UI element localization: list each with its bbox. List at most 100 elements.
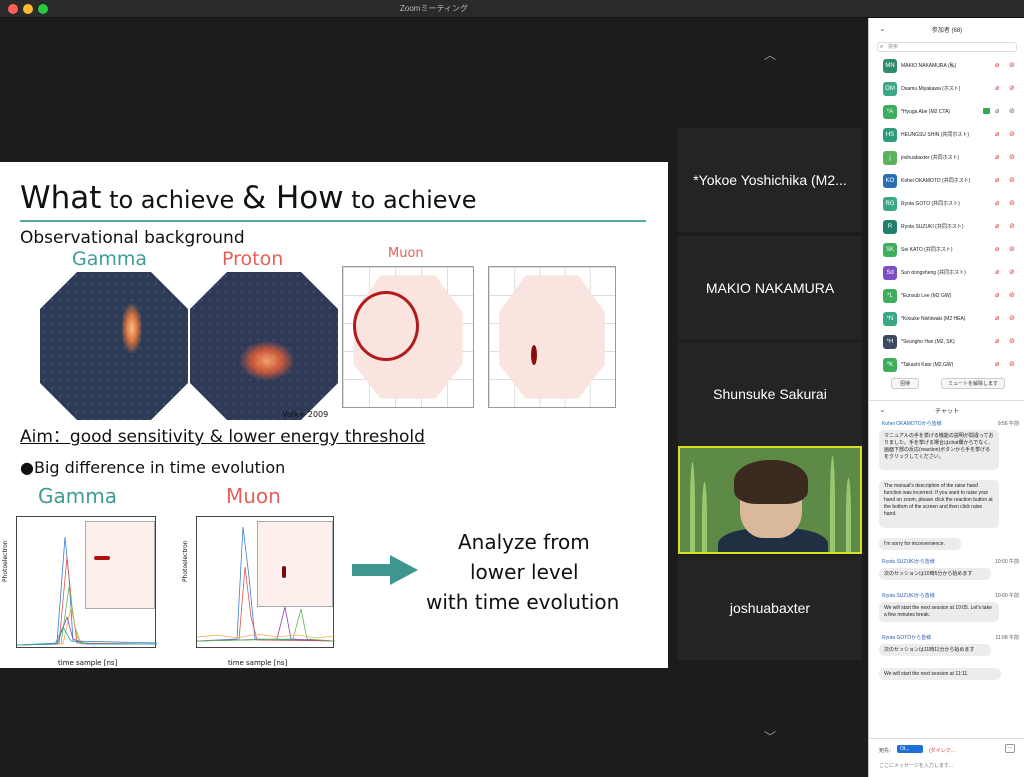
chat-input[interactable]	[879, 761, 1017, 771]
tiles-scroll-down-icon[interactable]: ﹀	[760, 730, 780, 744]
search-icon: ⌕	[880, 43, 884, 50]
participant-row[interactable]: *A *Hyuga Abe (M2 CTA) ⌀ ⊘	[869, 100, 1024, 123]
recipient-select[interactable]: Ot...	[897, 745, 923, 753]
mic-muted-icon: ⌀	[995, 337, 1000, 345]
mic-muted-icon: ⌀	[995, 130, 1000, 138]
participants-header: ⌄ 参加者 (68)	[869, 18, 1024, 40]
avatar: OM	[883, 81, 897, 96]
muon-spot-panel	[488, 266, 616, 408]
participants-search-input[interactable]: ⌕ 検索	[877, 42, 1017, 52]
aim-text: Aim：good sensitivity & lower energy thre…	[20, 427, 425, 447]
chat-bubble: 次のセッションは11時11分から始めます	[879, 644, 991, 656]
tile-name: joshuabaxter	[729, 600, 811, 616]
gamma-inset-image	[85, 521, 155, 609]
slide-title-what: What	[20, 180, 102, 216]
participant-row[interactable]: OM Osamu Miyakawa (ホスト) ⌀ ⊘	[869, 77, 1024, 100]
analyze-line-2: lower level	[470, 560, 579, 584]
chat-time: 9:56 午前	[997, 421, 1019, 427]
chat-sender: Ryota GOTOから皆様	[882, 635, 932, 641]
mic-muted-icon: ⌀	[995, 245, 1000, 253]
chat-bubble: We will start the next session at 11:11.	[879, 668, 1001, 680]
avatar: R	[883, 219, 897, 234]
chat-bubble: マニュアルの手を挙げる機能の説明が間違っておりました。手を挙げる場合はchat欄…	[879, 430, 999, 470]
to-label: 宛先：	[879, 748, 895, 754]
xlabel-right: time sample [ns]	[228, 659, 288, 667]
participant-row[interactable]: R Ryota SUZUKI (共同ホスト) ⌀ ⊘	[869, 215, 1024, 238]
participant-name: *Takashi Kato (M2,GW)	[901, 361, 954, 368]
avatar: MN	[883, 58, 897, 73]
slide-title-to-achieve: to achieve	[101, 186, 242, 214]
direct-message-label: (ダイレク...	[929, 748, 955, 754]
participant-row[interactable]: Sd Sun dongsheng (共同ホスト) ⌀ ⊘	[869, 261, 1024, 284]
slide-title-how: & How	[241, 180, 344, 216]
participant-row[interactable]: j joshuabaxter (共同ホスト) ⌀ ⊘	[869, 146, 1024, 169]
muon-label: Muon	[388, 246, 424, 261]
participant-name: Ryota GOTO (共同ホスト)	[901, 201, 960, 207]
ylabel-left: Photoelectron	[2, 540, 9, 582]
avatar: RG	[883, 196, 897, 211]
video-off-icon: ⊘	[1009, 84, 1015, 92]
panel-divider	[869, 400, 1024, 401]
avatar: SK	[883, 242, 897, 257]
participant-row[interactable]: *K *Takashi Kato (M2,GW) ⌀ ⊘	[869, 353, 1024, 376]
muon-inset-image	[257, 521, 333, 607]
video-off-icon: ⊘	[1009, 61, 1015, 69]
right-sidebar: ⌄ 参加者 (68) ⌕ 検索 MN MAKIO NAKAMURA (私) ⌀ ⊘ OM…	[868, 18, 1024, 777]
mic-muted-icon: ⌀	[995, 268, 1000, 276]
participant-name: Sun dongsheng (共同ホスト)	[901, 270, 966, 276]
more-options-button[interactable]: …	[1005, 744, 1015, 753]
video-tile[interactable]: Shunsuke Sakurai	[678, 342, 862, 446]
mic-muted-icon: ⌀	[995, 176, 1000, 184]
video-off-icon: ⊘	[1009, 107, 1015, 115]
search-placeholder: 検索	[888, 44, 899, 50]
video-on-icon	[983, 108, 990, 114]
collapse-participants-icon[interactable]: ⌄	[879, 24, 886, 33]
mic-muted-icon: ⌀	[995, 153, 1000, 161]
video-off-icon: ⊘	[1009, 268, 1015, 276]
active-speaker-video[interactable]	[678, 446, 862, 554]
video-off-icon: ⊘	[1009, 199, 1015, 207]
video-off-icon: ⊘	[1009, 245, 1015, 253]
avatar: *L	[883, 288, 897, 303]
ylabel-right: Photoelectron	[182, 540, 189, 582]
participant-name: Sei KATO (共同ホスト)	[901, 247, 953, 253]
avatar: *H	[883, 334, 897, 349]
unmute-all-button[interactable]: ミュートを解除します	[941, 378, 1005, 389]
mic-muted-icon: ⌀	[995, 107, 1000, 115]
chat-bubble: We will start the next session at 10:05.…	[879, 602, 999, 622]
participant-row[interactable]: SK Sei KATO (共同ホスト) ⌀ ⊘	[869, 238, 1024, 261]
avatar: *N	[883, 311, 897, 326]
participant-row[interactable]: MN MAKIO NAKAMURA (私) ⌀ ⊘	[869, 54, 1024, 77]
video-tile[interactable]: *Yokoe Yoshichika (M2...	[678, 128, 862, 232]
video-off-icon: ⊘	[1009, 360, 1015, 368]
obs-background-label: Observational background	[20, 228, 245, 248]
proton-camera-image	[190, 272, 338, 420]
chat-sender: Kohei OKAMOTOから皆様	[882, 421, 942, 427]
invite-button[interactable]: 招待	[891, 378, 919, 389]
participants-list: MN MAKIO NAKAMURA (私) ⌀ ⊘ OM Osamu Miyakawa (…	[869, 54, 1024, 376]
collapse-chat-icon[interactable]: ⌄	[879, 405, 886, 414]
participant-row[interactable]: RG Ryota GOTO (共同ホスト) ⌀ ⊘	[869, 192, 1024, 215]
citation: Volk+ 2009	[282, 410, 329, 419]
video-tile[interactable]: joshuabaxter	[678, 556, 862, 660]
muon-waveform-plot	[196, 516, 336, 648]
participant-row[interactable]: *L *Eunsub Lee (M2 GW) ⌀ ⊘	[869, 284, 1024, 307]
mic-muted-icon: ⌀	[995, 360, 1000, 368]
video-tile[interactable]: MAKIO NAKAMURA	[678, 236, 862, 340]
title-bar: Zoomミーティング	[0, 0, 1024, 18]
mic-muted-icon: ⌀	[995, 84, 1000, 92]
video-off-icon: ⊘	[1009, 291, 1015, 299]
participant-row[interactable]: KO Kohei OKAMOTO (共同ホスト) ⌀ ⊘	[869, 169, 1024, 192]
participant-row[interactable]: *H *Seungho Han (M2, SK) ⌀ ⊘	[869, 330, 1024, 353]
video-off-icon: ⊘	[1009, 314, 1015, 322]
participant-row[interactable]: *N *Kosuke Nishiwaki (M2 HEA) ⌀ ⊘	[869, 307, 1024, 330]
avatar: HS	[883, 127, 897, 142]
gamma-label-2: Gamma	[38, 484, 117, 508]
tiles-scroll-up-icon[interactable]: ︿	[760, 48, 780, 62]
participant-row[interactable]: HS HEUNGSU SHIN (共同ホスト) ⌀ ⊘	[869, 123, 1024, 146]
chat-compose: 宛先： Ot... (ダイレク... …	[869, 738, 1024, 777]
tile-name: *Yokoe Yoshichika (M2...	[693, 172, 847, 188]
zoom-window: Zoomミーティング ︿ ﹀ What to achieve & How to …	[0, 0, 1024, 777]
xlabel-left: time sample [ns]	[58, 659, 118, 667]
proton-label: Proton	[222, 248, 284, 270]
